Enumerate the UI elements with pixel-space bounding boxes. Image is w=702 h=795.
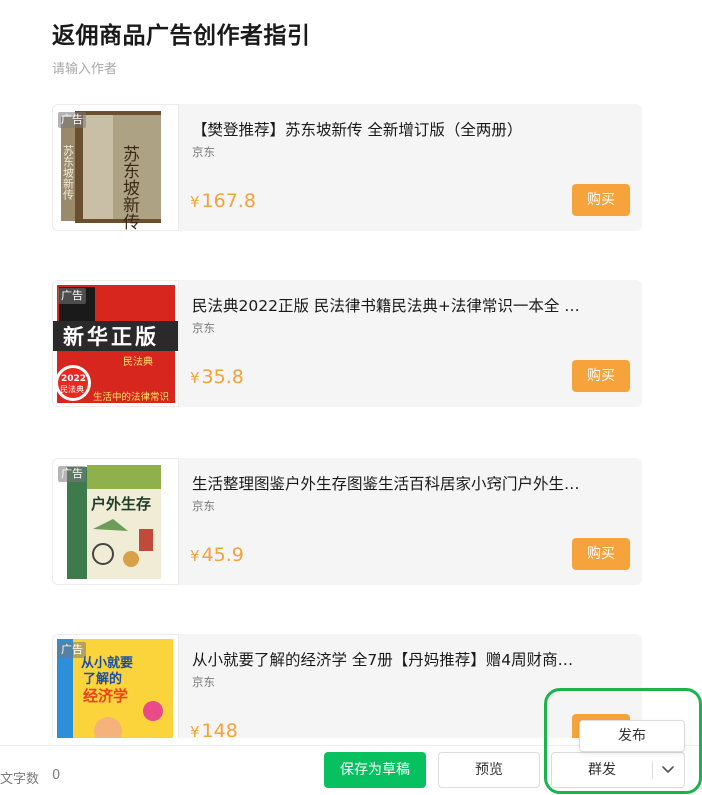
currency-symbol: ¥ — [190, 369, 200, 387]
cover-title-vertical: 苏东坡新传 — [119, 145, 140, 230]
buy-button[interactable]: 购买 — [572, 184, 630, 216]
product-price: ¥45.9 — [190, 544, 244, 566]
buy-button[interactable]: 购买 — [572, 360, 630, 392]
currency-symbol: ¥ — [190, 193, 200, 211]
price-value: 167.8 — [201, 190, 256, 212]
product-thumbnail: 从小就要 了解的 经济学 广告 — [52, 634, 179, 738]
product-thumbnail: 户外生存 广告 — [52, 458, 179, 585]
product-price: ¥167.8 — [190, 190, 256, 212]
product-price: ¥35.8 — [190, 366, 244, 388]
price-value: 148 — [201, 720, 238, 738]
product-price: ¥148 — [190, 720, 238, 738]
cover-headline: 新华正版 — [63, 325, 159, 349]
svg-text:从小就要: 从小就要 — [81, 655, 133, 671]
cover-caption: 生活中的法律常识 — [93, 391, 169, 403]
ad-tag: 广告 — [58, 642, 86, 658]
product-title: 民法典2022正版 民法律书籍民法典+法律常识一本全 … — [192, 297, 580, 315]
preview-button[interactable]: 预览 — [438, 752, 540, 788]
ad-tag: 广告 — [58, 112, 86, 128]
chevron-down-icon[interactable] — [660, 763, 676, 777]
author-input[interactable] — [52, 58, 352, 80]
currency-symbol: ¥ — [190, 547, 200, 565]
product-source: 京东 — [192, 499, 215, 513]
svg-text:2022: 2022 — [61, 374, 86, 384]
product-card[interactable]: 苏东坡新传 苏东坡新传 广告 【樊登推荐】苏东坡新传 全新增订版（全两册） 京东… — [52, 104, 642, 231]
product-card[interactable]: 从小就要 了解的 经济学 广告 从小就要了解的经济学 全7册【丹妈推荐】赠4周财… — [52, 634, 642, 738]
product-source: 京东 — [192, 145, 215, 159]
cover-title: 户外生存 — [91, 495, 151, 513]
product-thumbnail: 苏东坡新传 苏东坡新传 广告 — [52, 104, 179, 231]
publish-menu-item[interactable]: 发布 — [579, 720, 685, 752]
buy-button[interactable]: 购买 — [572, 538, 630, 570]
product-card[interactable]: 新华正版 2022 民法典 生活中的法律常识 民法典 广告 民法典2022正版 … — [52, 280, 642, 407]
product-source: 京东 — [192, 321, 215, 335]
mass-send-split-button[interactable]: 群发 — [551, 752, 685, 788]
currency-symbol: ¥ — [190, 723, 200, 738]
product-card[interactable]: 户外生存 广告 生活整理图鉴户外生存图鉴生活百科居家小窍门户外生… 京东 ¥45… — [52, 458, 642, 585]
product-thumbnail: 新华正版 2022 民法典 生活中的法律常识 民法典 广告 — [52, 280, 179, 407]
ad-tag: 广告 — [58, 288, 86, 304]
ad-tag: 广告 — [58, 466, 86, 482]
svg-text:民法典: 民法典 — [123, 355, 153, 368]
word-count-label: 文字数 — [0, 772, 40, 787]
product-title: 从小就要了解的经济学 全7册【丹妈推荐】赠4周财商… — [192, 651, 574, 669]
svg-text:民法典: 民法典 — [60, 384, 84, 394]
price-value: 45.9 — [201, 544, 244, 566]
svg-text:苏东坡新传: 苏东坡新传 — [62, 145, 75, 201]
price-value: 35.8 — [201, 366, 244, 388]
save-draft-button[interactable]: 保存为草稿 — [324, 752, 426, 788]
svg-text:经济学: 经济学 — [83, 687, 128, 705]
product-source: 京东 — [192, 675, 215, 689]
product-title: 生活整理图鉴户外生存图鉴生活百科居家小窍门户外生… — [192, 475, 580, 493]
product-title: 【樊登推荐】苏东坡新传 全新增订版（全两册） — [192, 121, 523, 139]
word-count-value: 0 — [52, 768, 61, 783]
split-divider — [652, 761, 653, 779]
product-list: 苏东坡新传 苏东坡新传 广告 【樊登推荐】苏东坡新传 全新增订版（全两册） 京东… — [52, 104, 642, 738]
page-title: 返佣商品广告创作者指引 — [52, 23, 311, 49]
svg-text:了解的: 了解的 — [83, 671, 122, 687]
mass-send-button[interactable]: 群发 — [552, 753, 652, 787]
